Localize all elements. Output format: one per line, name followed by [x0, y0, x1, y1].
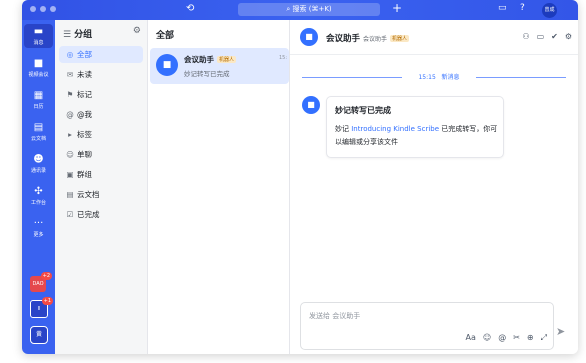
apps-grid-icon: ✣	[34, 186, 43, 197]
close-window-dot[interactable]	[30, 6, 36, 12]
settings-gear-icon[interactable]: ⚙	[565, 32, 572, 41]
title-bar: ⟲ ⌕ 搜索 (⌘+K) + ▭ ? 曾成	[22, 0, 578, 20]
screen-share-icon[interactable]: ▭	[498, 3, 507, 13]
plus-icon[interactable]: +	[392, 1, 402, 15]
zoom-window-dot[interactable]	[50, 6, 56, 12]
app-window: ⟲ ⌕ 搜索 (⌘+K) + ▭ ? 曾成 ▬ 消息 ■ 视频会议 ▦ 日历 ▤…	[22, 0, 578, 354]
help-icon[interactable]: ?	[520, 3, 525, 13]
filter-icon: ☰	[63, 30, 72, 40]
message-card: 妙记转写已完成 妙记 Introducing Kindle Scribe 已完成…	[326, 96, 504, 158]
expand-icon[interactable]: ⤢	[541, 333, 547, 343]
gear-icon[interactable]: ⚙	[133, 26, 141, 36]
mention-icon[interactable]: @	[498, 333, 506, 343]
conversation-name: 会议助手 机器人	[184, 55, 237, 64]
group-item-done[interactable]: ☑ 已完成	[59, 206, 143, 223]
groups-panel: ☰ 分组 ⚙ ◎ 全部 ✉ 未读 ⚑ 标记 @ @我 ▸ 标签 ☺ 单聊 ▣ 群组 ▤ 云文档 ☑…	[55, 20, 148, 354]
check-box-icon: ☑	[66, 210, 74, 219]
input-toolbar: Aa ☺ @ ✂ ⊕ ⤢	[465, 333, 547, 343]
self-avatar[interactable]: 黄	[30, 326, 48, 344]
nav-video-meeting[interactable]: ■ 视频会议	[24, 58, 53, 78]
app-shortcut-chart[interactable]: Il +1	[30, 297, 53, 318]
group-item-direct[interactable]: ☺ 单聊	[59, 146, 143, 163]
conversation-list: 全部 ■ 会议助手 机器人 妙记转写已完成 15:	[148, 20, 290, 354]
search-placeholder: 搜索 (⌘+K)	[292, 5, 332, 13]
add-circle-icon[interactable]: ⊕	[527, 333, 534, 343]
unread-count-badge: +2	[40, 272, 52, 280]
emoji-icon[interactable]: ☺	[483, 333, 491, 343]
video-bot-icon: ■	[300, 28, 318, 46]
add-member-icon[interactable]: ⚇	[522, 32, 529, 41]
doc-icon: ▤	[66, 190, 74, 199]
group-item-groups[interactable]: ▣ 群组	[59, 166, 143, 183]
nav-sidebar: ▬ 消息 ■ 视频会议 ▦ 日历 ▤ 云文档 ☻ 通讯录 ✣ 工作台 ··· 更…	[22, 20, 55, 354]
document-icon: ▤	[33, 122, 44, 133]
conversation-time: 15:	[278, 55, 287, 61]
chat-toolbar: ⚇ ▭ ✔ ⚙	[522, 32, 572, 41]
chat-header: ■ 会议助手 会议助手 机器人 ⚇ ▭ ✔ ⚙	[290, 20, 578, 55]
window-controls	[30, 6, 56, 12]
group-item-unread[interactable]: ✉ 未读	[59, 66, 143, 83]
minutes-link[interactable]: Introducing Kindle Scribe	[351, 125, 439, 133]
card-title: 妙记转写已完成	[335, 106, 391, 115]
more-dots-icon: ···	[33, 218, 44, 229]
nav-messages[interactable]: ▬ 消息	[24, 24, 53, 48]
scissors-icon[interactable]: ✂	[513, 333, 520, 343]
video-bot-icon: ■	[156, 54, 178, 76]
sender-avatar: ■	[302, 96, 320, 114]
input-placeholder: 发送给 会议助手	[309, 312, 361, 320]
nav-more[interactable]: ··· 更多	[24, 218, 53, 238]
groups-header: ☰ 分组	[63, 30, 93, 40]
flag-icon: ⚑	[66, 90, 74, 99]
minimize-window-dot[interactable]	[40, 6, 46, 12]
app-shortcut-dao[interactable]: DAO +2	[30, 272, 52, 292]
calendar-icon: ▦	[33, 90, 44, 101]
card-body: 妙记 Introducing Kindle Scribe 已完成转写，你可以编辑…	[335, 125, 498, 146]
user-avatar[interactable]: 曾成	[542, 3, 557, 18]
chat-bubble-icon: ▬	[33, 26, 44, 37]
group-icon: ▣	[66, 170, 74, 179]
nav-calendar[interactable]: ▦ 日历	[24, 90, 53, 110]
font-format-icon[interactable]: Aa	[465, 333, 475, 343]
group-item-flagged[interactable]: ⚑ 标记	[59, 86, 143, 103]
nav-contacts[interactable]: ☻ 通讯录	[24, 154, 53, 174]
history-icon[interactable]: ⟲	[186, 3, 194, 14]
bot-tag: 机器人	[217, 56, 237, 63]
all-icon: ◎	[66, 50, 74, 59]
group-item-mentions[interactable]: @ @我	[59, 106, 143, 123]
message-input[interactable]: 发送给 会议助手 Aa ☺ @ ✂ ⊕ ⤢	[300, 302, 554, 350]
chat-title: 会议助手 会议助手 机器人	[326, 34, 410, 44]
search-box[interactable]: ⌕ 搜索 (⌘+K)	[238, 3, 380, 16]
unread-count-badge: +1	[41, 297, 53, 305]
person-icon: ☺	[66, 150, 74, 159]
expand-arrow-icon: ▸	[68, 130, 72, 139]
bot-tag: 机器人	[390, 35, 410, 42]
send-icon[interactable]: ➤	[556, 325, 565, 338]
unread-icon: ✉	[66, 70, 74, 79]
contacts-icon: ☻	[33, 154, 44, 165]
conversation-preview: 妙记转写已完成	[184, 70, 230, 78]
conversation-item[interactable]: ■ 会议助手 机器人 妙记转写已完成 15:	[150, 48, 289, 84]
group-item-labels[interactable]: ▸ 标签	[59, 126, 143, 143]
group-item-docs[interactable]: ▤ 云文档	[59, 186, 143, 203]
at-icon: @	[66, 110, 74, 119]
group-item-all[interactable]: ◎ 全部	[59, 46, 143, 63]
screen-icon[interactable]: ▭	[537, 32, 545, 41]
chat-pane: ■ 会议助手 会议助手 机器人 ⚇ ▭ ✔ ⚙ 15:15 新消息 ■ 妙记转写已完…	[290, 20, 578, 354]
nav-workplace[interactable]: ✣ 工作台	[24, 186, 53, 206]
checkmark-icon[interactable]: ✔	[551, 32, 558, 41]
video-icon: ■	[33, 58, 44, 69]
new-message-divider: 15:15 新消息	[302, 72, 566, 82]
nav-docs[interactable]: ▤ 云文档	[24, 122, 53, 142]
list-title: 全部	[156, 31, 175, 41]
